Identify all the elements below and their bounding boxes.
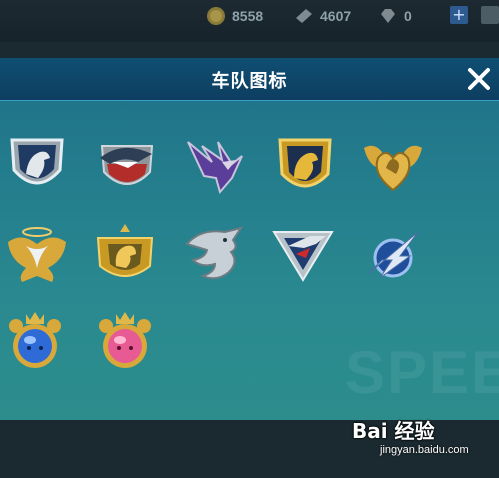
add-currency-button[interactable]: +	[450, 6, 468, 24]
silver-dragon-icon[interactable]	[181, 222, 247, 288]
blue-lightning-orb-icon[interactable]	[360, 222, 426, 288]
gold-heart-wings-icon[interactable]	[360, 134, 426, 200]
baidu-watermark: Bai 经验 jingyan.baidu.com	[352, 415, 492, 470]
top-resource-bar: 8558 4607 0 +	[0, 0, 499, 42]
coin-icon	[207, 7, 225, 25]
menu-button[interactable]	[481, 6, 499, 24]
baidu-url: jingyan.baidu.com	[380, 444, 469, 456]
diamond-icon	[381, 9, 395, 23]
team-icon-dialog: SPEE 车队图标	[0, 58, 499, 420]
silver-eagle-triangle-icon[interactable]	[270, 222, 336, 288]
silver-horse-shield-icon[interactable]	[4, 134, 70, 200]
gem-counter: 4607	[294, 6, 351, 26]
baidu-logo: Bai 经验	[352, 419, 435, 443]
purple-eagle-icon[interactable]	[182, 134, 248, 200]
diamond-counter: 0	[378, 6, 412, 26]
emblem-grid	[0, 58, 499, 420]
gem-count: 4607	[320, 8, 352, 24]
gold-lion-crest-icon[interactable]	[92, 222, 158, 288]
gold-horse-shield-icon[interactable]	[272, 134, 338, 200]
gold-winged-crest-icon[interactable]	[4, 224, 70, 290]
pink-crown-orb-icon[interactable]	[92, 310, 158, 376]
shark-shield-icon[interactable]	[94, 134, 160, 200]
blue-crown-orb-icon[interactable]	[2, 310, 68, 376]
diamond-count: 0	[404, 8, 412, 24]
ticket-icon	[296, 9, 312, 23]
coin-count: 8558	[232, 8, 264, 24]
coin-counter: 8558	[206, 6, 263, 26]
